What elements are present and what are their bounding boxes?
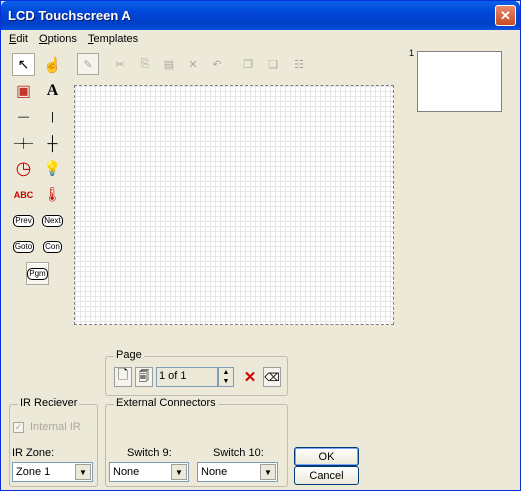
align-icon: ☷ bbox=[294, 58, 304, 71]
pgm-chip-icon: Pgm bbox=[27, 267, 48, 280]
menu-bar: Edit Options Templates bbox=[1, 30, 520, 49]
prev-button-tool[interactable]: Prev bbox=[12, 209, 35, 232]
cut-button[interactable]: ✂ bbox=[109, 53, 131, 75]
hand-tool-icon: ☝ bbox=[43, 56, 62, 74]
chevron-down-icon[interactable]: ▼ bbox=[75, 464, 91, 480]
new-page-icon: 🗋 bbox=[117, 367, 129, 382]
eraser-icon: ⌫ bbox=[264, 371, 280, 384]
page-preview-thumbnail[interactable] bbox=[417, 51, 502, 112]
preview-page-number: 1 bbox=[409, 48, 415, 58]
chevron-down-icon[interactable]: ▼ bbox=[171, 464, 187, 480]
undo-button[interactable]: ↶ bbox=[206, 53, 228, 75]
internal-ir-label: Internal IR bbox=[30, 421, 81, 433]
goto-chip-icon: Goto bbox=[12, 240, 35, 253]
menu-options[interactable]: Options bbox=[39, 33, 77, 45]
paste-icon: ▤ bbox=[163, 58, 175, 71]
switch10-select[interactable]: None ▼ bbox=[197, 462, 278, 482]
pgm-button-tool[interactable]: Pgm bbox=[26, 262, 49, 285]
design-canvas[interactable] bbox=[74, 85, 394, 325]
vertical-line-tool[interactable]: | bbox=[41, 105, 64, 128]
clear-page-button[interactable]: ⌫ bbox=[263, 367, 281, 387]
close-button[interactable]: ✕ bbox=[495, 5, 516, 26]
page-properties-button[interactable]: 🗐 bbox=[135, 367, 153, 387]
chevron-down-icon[interactable]: ▼ bbox=[260, 464, 276, 480]
edit-properties-icon: ✎ bbox=[83, 58, 93, 71]
lightbulb-tool-icon: 💡 bbox=[43, 160, 62, 176]
page-group-label: Page bbox=[114, 349, 144, 361]
image-tool-icon: ▣ bbox=[15, 82, 32, 100]
ir-zone-select[interactable]: Zone 1 ▼ bbox=[12, 462, 93, 482]
hand-tool[interactable]: ☝ bbox=[41, 53, 64, 76]
lightbulb-tool[interactable]: 💡 bbox=[41, 157, 64, 180]
switch9-label: Switch 9: bbox=[127, 447, 172, 459]
delete-icon: ✕ bbox=[188, 58, 198, 71]
horizontal-line-tool[interactable]: — bbox=[12, 105, 35, 128]
horizontal-line-tool-icon: — bbox=[18, 110, 29, 123]
vertical-slider-tool-icon: ┼ bbox=[47, 134, 58, 151]
pointer-tool-icon: ↖ bbox=[17, 56, 30, 72]
goto-button-tool[interactable]: Goto bbox=[12, 235, 35, 258]
title-bar[interactable]: LCD Touchscreen A ✕ bbox=[1, 1, 520, 30]
ok-button[interactable]: OK bbox=[294, 447, 359, 466]
delete-button[interactable]: ✕ bbox=[182, 53, 204, 75]
page-properties-icon: 🗐 bbox=[138, 370, 150, 383]
thermometer-tool[interactable]: 🌡 bbox=[41, 183, 64, 206]
vertical-line-tool-icon: | bbox=[51, 110, 54, 123]
clock-tool-icon: ◷ bbox=[15, 158, 32, 178]
next-chip-icon: Next bbox=[42, 214, 63, 227]
edit-properties-button[interactable]: ✎ bbox=[77, 53, 99, 75]
copy-icon: ⎘ bbox=[140, 57, 150, 70]
window-title: LCD Touchscreen A bbox=[8, 8, 131, 23]
spin-up-icon[interactable]: ▲ bbox=[219, 368, 233, 377]
cut-icon: ✂ bbox=[115, 58, 125, 71]
horizontal-slider-tool-icon: ─┼─ bbox=[13, 137, 34, 148]
clock-tool[interactable]: ◷ bbox=[12, 157, 35, 180]
prev-chip-icon: Prev bbox=[13, 214, 34, 227]
paste-button[interactable]: ▤ bbox=[158, 53, 180, 75]
ir-group-label: IR Reciever bbox=[18, 397, 80, 409]
send-back-icon: ❏ bbox=[268, 58, 278, 71]
align-button[interactable]: ☷ bbox=[288, 53, 310, 75]
send-back-button[interactable]: ❏ bbox=[262, 53, 284, 75]
image-tool[interactable]: ▣ bbox=[12, 79, 35, 102]
abc-text-tool[interactable]: ABC bbox=[12, 183, 35, 206]
con-button-tool[interactable]: Con bbox=[41, 235, 64, 258]
connectors-group-label: External Connectors bbox=[114, 397, 218, 409]
menu-templates[interactable]: Templates bbox=[88, 33, 138, 45]
undo-icon: ↶ bbox=[212, 58, 222, 71]
switch10-value: None bbox=[201, 466, 228, 478]
cancel-button[interactable]: Cancel bbox=[294, 466, 359, 485]
vertical-slider-tool[interactable]: ┼ bbox=[41, 131, 64, 154]
switch9-value: None bbox=[113, 466, 140, 478]
delete-page-icon: ✕ bbox=[243, 369, 257, 386]
page-spinner[interactable]: ▲ ▼ bbox=[218, 367, 234, 387]
switch9-select[interactable]: None ▼ bbox=[109, 462, 189, 482]
horizontal-slider-tool[interactable]: ─┼─ bbox=[12, 131, 35, 154]
internal-ir-checkbox[interactable]: ✓ bbox=[13, 422, 24, 433]
abc-text-tool-icon: ABC bbox=[13, 189, 34, 200]
ir-zone-label: IR Zone: bbox=[12, 447, 55, 459]
new-page-button[interactable]: 🗋 bbox=[114, 367, 132, 387]
text-tool[interactable]: A bbox=[41, 79, 64, 102]
ir-zone-value: Zone 1 bbox=[16, 466, 51, 478]
con-chip-icon: Con bbox=[43, 240, 62, 253]
delete-page-button[interactable]: ✕ bbox=[241, 367, 259, 387]
menu-edit[interactable]: Edit bbox=[9, 33, 28, 45]
text-tool-icon: A bbox=[46, 81, 59, 99]
thermometer-tool-icon: 🌡 bbox=[43, 186, 62, 202]
copy-button[interactable]: ⎘ bbox=[134, 53, 156, 75]
dialog-window: LCD Touchscreen A ✕ Edit Options Templat… bbox=[0, 0, 521, 491]
bring-front-icon: ❐ bbox=[243, 58, 253, 71]
page-counter-field[interactable]: 1 of 1 bbox=[156, 367, 218, 387]
pointer-tool[interactable]: ↖ bbox=[12, 53, 35, 76]
spin-down-icon[interactable]: ▼ bbox=[219, 377, 233, 386]
next-button-tool[interactable]: Next bbox=[41, 209, 64, 232]
switch10-label: Switch 10: bbox=[213, 447, 264, 459]
bring-front-button[interactable]: ❐ bbox=[237, 53, 259, 75]
